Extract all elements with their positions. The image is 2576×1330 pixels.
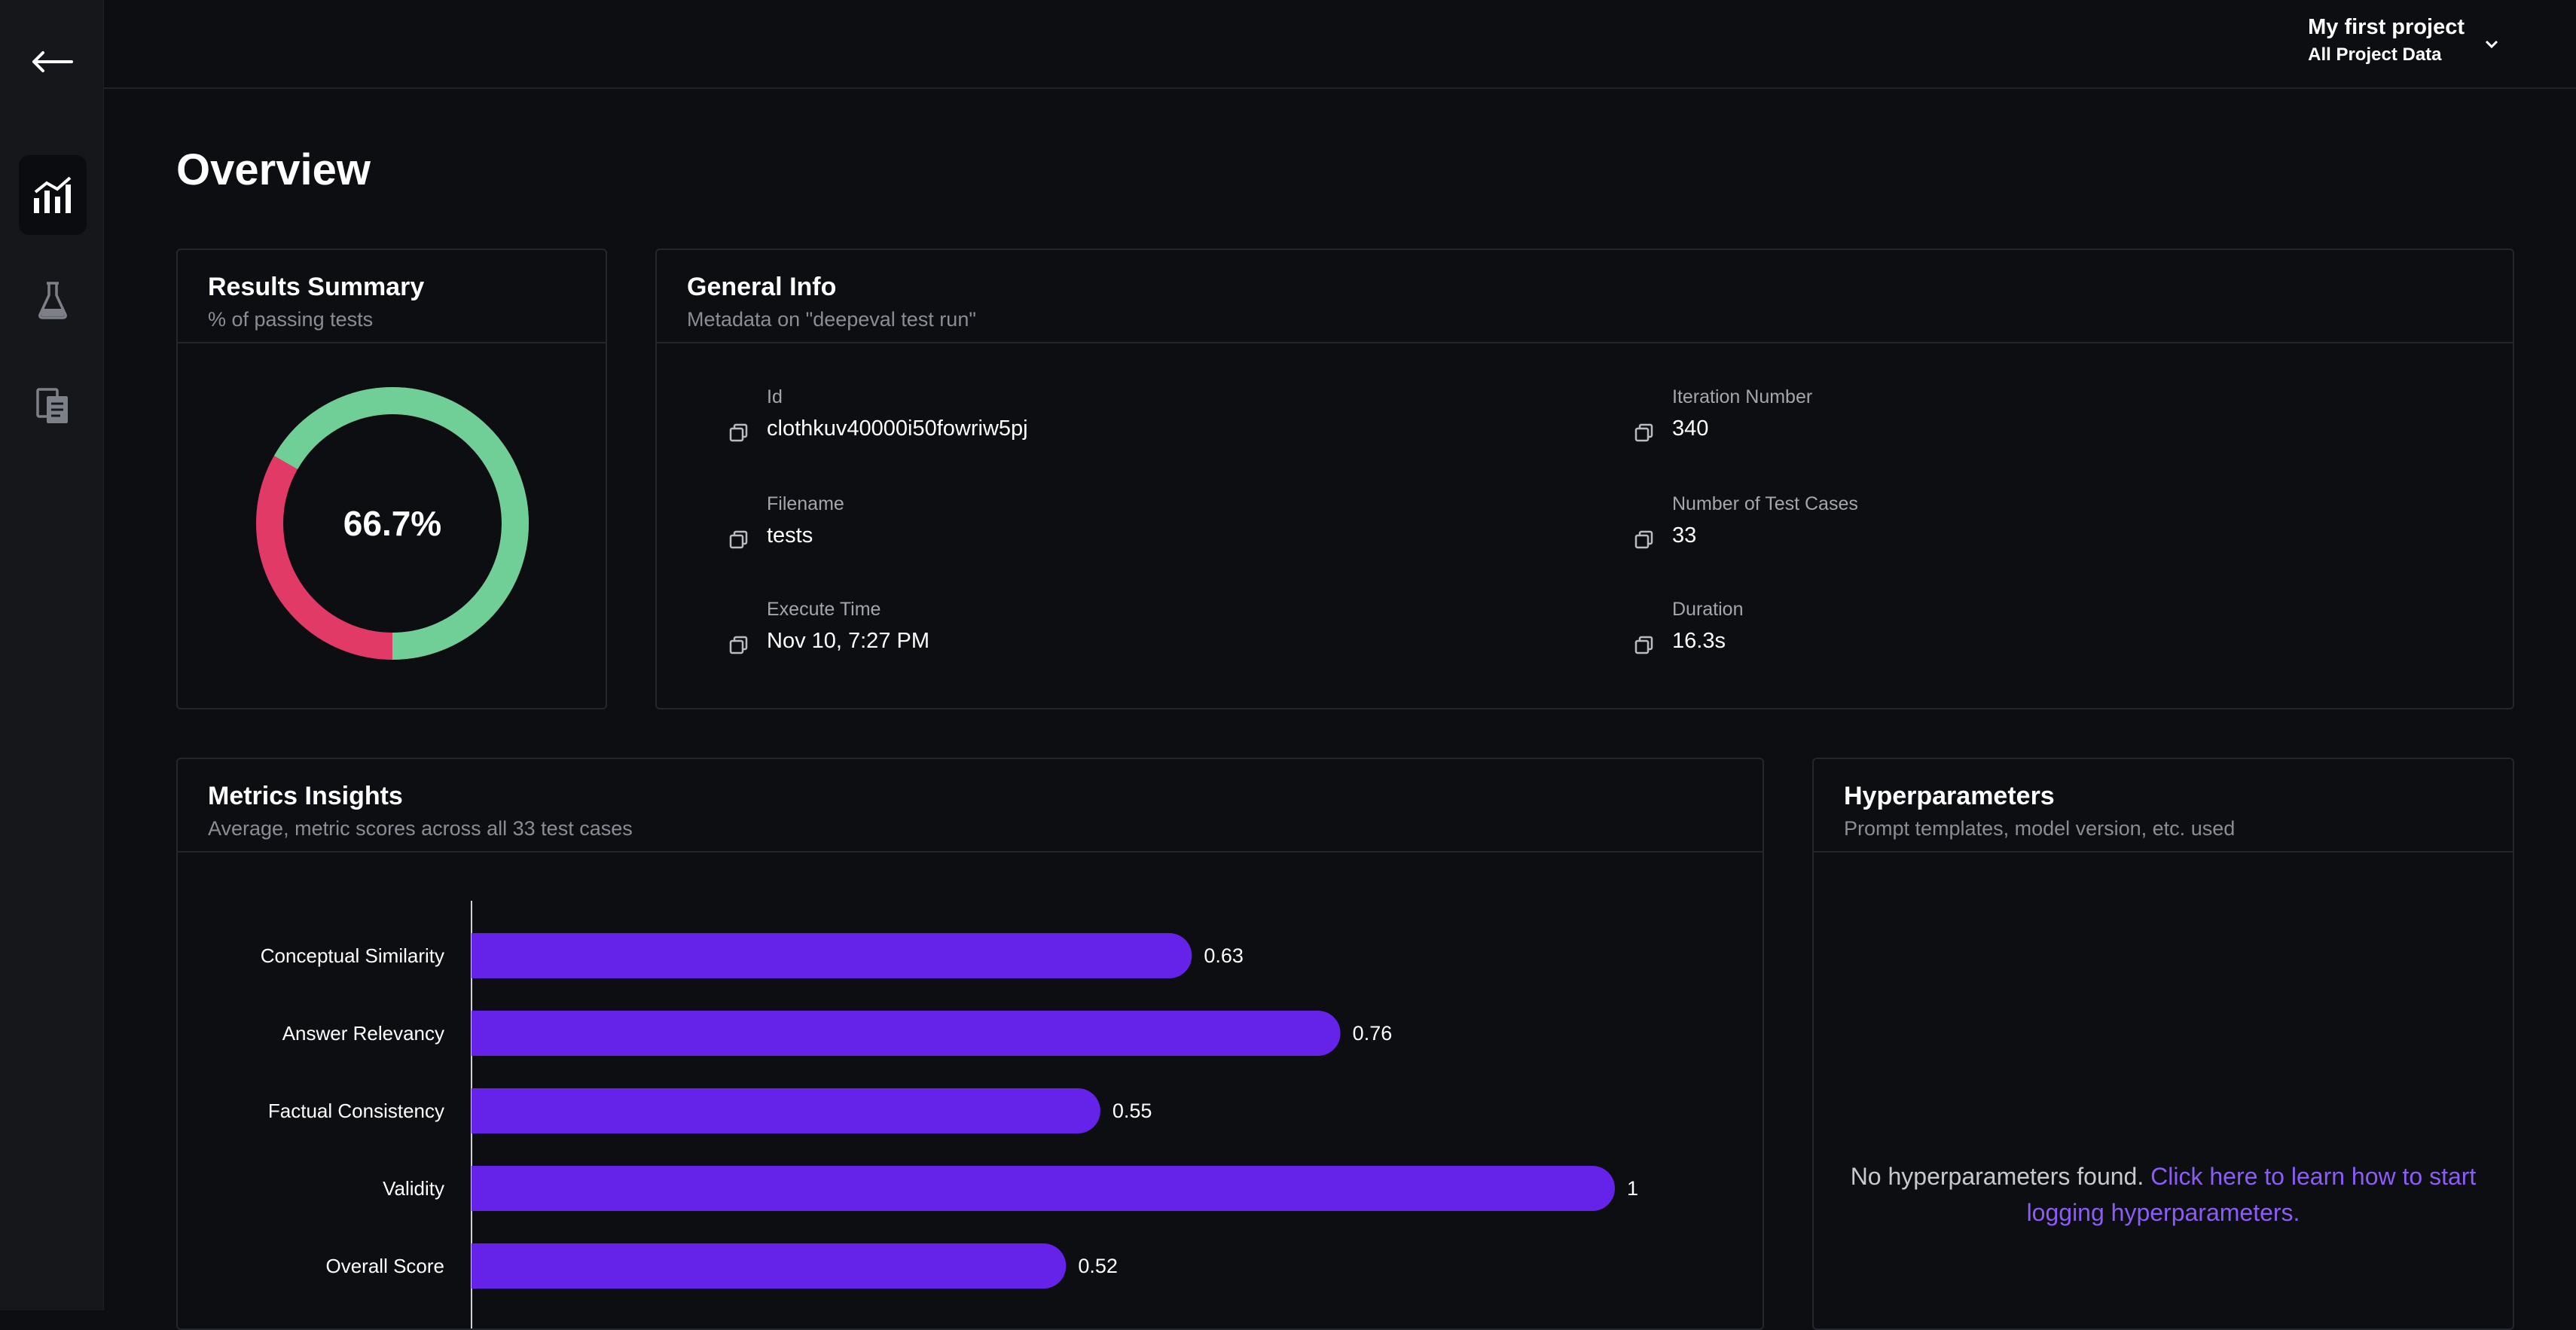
category-label: Validity [383, 1177, 444, 1200]
info-label: Id [767, 386, 783, 407]
info-value: 340 [1672, 416, 1709, 441]
card-subtitle: Average, metric scores across all 33 tes… [208, 817, 633, 840]
results-summary-card: Results Summary % of passing tests 66.7% [176, 249, 607, 709]
info-value: 33 [1672, 523, 1697, 548]
project-selector[interactable]: My first project All Project Data [2308, 12, 2499, 68]
info-value: clothkuv40000i50fowriw5pj [767, 416, 1028, 441]
copy-icon[interactable] [729, 530, 749, 550]
card-title: Metrics Insights [208, 782, 403, 810]
category-label: Conceptual Similarity [261, 944, 444, 967]
sidebar [0, 0, 104, 1310]
metric-bar[interactable] [472, 1088, 1100, 1133]
value-label: 0.76 [1353, 1022, 1393, 1045]
value-label: 1 [1627, 1177, 1638, 1200]
documents-icon [36, 388, 68, 423]
card-header: Results Summary % of passing tests [178, 250, 606, 343]
back-button[interactable] [21, 39, 83, 84]
project-scope: All Project Data [2308, 44, 2442, 65]
card-header: Metrics Insights Average, metric scores … [178, 759, 1763, 853]
metric-bar[interactable] [472, 1011, 1341, 1056]
pass-rate-donut: 66.7% [255, 386, 530, 661]
metrics-bar-chart: Conceptual Similarity 0.63 Answer Relevanc… [261, 901, 1638, 1328]
page-title: Overview [176, 145, 371, 194]
copy-icon[interactable] [1634, 636, 1654, 655]
metric-bar[interactable] [472, 1243, 1067, 1289]
metric-bar[interactable] [472, 933, 1192, 978]
empty-state: No hyperparameters found. Click here to … [1844, 1158, 2483, 1231]
info-value: tests [767, 523, 813, 548]
copy-icon[interactable] [1634, 530, 1654, 550]
card-title: Results Summary [208, 273, 425, 301]
copy-icon[interactable] [1634, 423, 1654, 443]
arrow-left-icon [32, 51, 73, 72]
pass-rate-label: 66.7% [343, 504, 442, 543]
general-info-card: General Info Metadata on "deepeval test … [655, 249, 2514, 709]
copy-icon[interactable] [729, 636, 749, 655]
chevron-down-icon [2485, 40, 2498, 49]
value-label: 0.63 [1204, 944, 1244, 967]
card-header: General Info Metadata on "deepeval test … [657, 250, 2513, 343]
card-title: General Info [687, 273, 837, 301]
category-label: Overall Score [326, 1255, 445, 1277]
category-label: Answer Relevancy [282, 1022, 444, 1045]
card-header: Hyperparameters Prompt templates, model … [1814, 759, 2513, 853]
copy-icon[interactable] [729, 423, 749, 443]
metrics-insights-card: Metrics Insights Average, metric scores … [176, 758, 1764, 1330]
card-subtitle: Prompt templates, model version, etc. us… [1844, 817, 2236, 840]
info-value: Nov 10, 7:27 PM [767, 629, 929, 653]
category-label: Factual Consistency [268, 1100, 444, 1122]
card-subtitle: Metadata on "deepeval test run" [687, 308, 976, 331]
nav-item-test-runs[interactable] [19, 261, 87, 340]
info-label: Execute Time [767, 599, 881, 620]
value-label: 0.55 [1113, 1100, 1152, 1122]
info-value: 16.3s [1672, 629, 1726, 653]
hyperparameters-card: Hyperparameters Prompt templates, model … [1812, 758, 2514, 1330]
top-bar: My first project All Project Data [104, 0, 2576, 89]
info-label: Iteration Number [1672, 386, 1813, 407]
bar-chart-icon [34, 176, 72, 213]
nav-item-overview[interactable] [19, 155, 87, 235]
metric-bar[interactable] [472, 1166, 1615, 1211]
card-title: Hyperparameters [1844, 782, 2055, 810]
card-subtitle: % of passing tests [208, 308, 374, 331]
flask-icon [38, 282, 67, 319]
empty-state-text: No hyperparameters found. [1850, 1163, 2144, 1190]
nav-item-documents[interactable] [19, 366, 87, 446]
info-label: Number of Test Cases [1672, 493, 1858, 514]
project-name: My first project [2308, 15, 2465, 39]
value-label: 0.52 [1078, 1255, 1118, 1277]
info-label: Filename [767, 493, 844, 514]
info-label: Duration [1672, 599, 1744, 620]
